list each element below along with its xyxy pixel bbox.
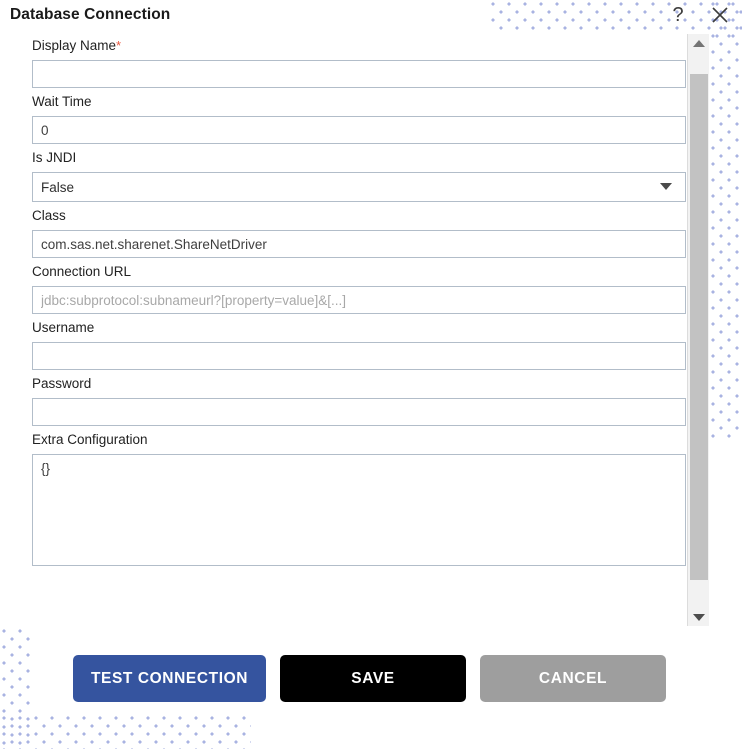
- label-connection-url: Connection URL: [32, 264, 132, 279]
- field-is-jndi: Is JNDI False: [0, 150, 687, 202]
- label-is-jndi: Is JNDI: [32, 150, 77, 165]
- cancel-button[interactable]: CANCEL: [480, 655, 666, 702]
- scroll-up-button[interactable]: [688, 34, 709, 52]
- is-jndi-select-wrap: False: [32, 172, 686, 202]
- dialog-footer: TEST CONNECTION SAVE CANCEL: [0, 655, 742, 715]
- label-username: Username: [32, 320, 95, 335]
- form-scroll-viewport: Display Name* Wait Time Is JNDI False Cl…: [0, 34, 687, 626]
- field-username: Username: [0, 320, 687, 370]
- dot-pattern-bottom: [0, 714, 251, 749]
- titlebar-actions: ?: [666, 2, 732, 28]
- field-connection-url: Connection URL: [0, 264, 687, 314]
- field-extra-configuration: Extra Configuration: [0, 432, 687, 566]
- field-display-name: Display Name*: [0, 38, 687, 88]
- password-input[interactable]: [32, 398, 686, 426]
- dot-pattern-right-column: [709, 0, 742, 440]
- help-button[interactable]: ?: [666, 2, 690, 28]
- label-password: Password: [32, 376, 92, 391]
- field-wait-time: Wait Time: [0, 94, 687, 144]
- wait-time-input[interactable]: [32, 116, 686, 144]
- scrollbar-thumb[interactable]: [690, 74, 708, 580]
- dialog-titlebar: Database Connection ?: [0, 0, 742, 34]
- is-jndi-select[interactable]: False: [32, 172, 686, 202]
- close-icon: [711, 6, 729, 24]
- username-input[interactable]: [32, 342, 686, 370]
- dialog-title: Database Connection: [10, 6, 171, 23]
- display-name-input[interactable]: [32, 60, 686, 88]
- database-connection-dialog: Database Connection ? Display Name* Wait…: [0, 0, 742, 749]
- triangle-up-icon: [692, 39, 705, 47]
- field-password: Password: [0, 376, 687, 426]
- label-display-name: Display Name*: [32, 38, 687, 54]
- label-display-name-text: Display Name: [32, 38, 117, 53]
- form-body: Display Name* Wait Time Is JNDI False Cl…: [0, 34, 687, 566]
- label-extra-configuration: Extra Configuration: [32, 432, 148, 447]
- question-mark-icon: ?: [672, 4, 684, 26]
- save-button[interactable]: SAVE: [280, 655, 466, 702]
- field-class: Class: [0, 208, 687, 258]
- label-wait-time: Wait Time: [32, 94, 92, 109]
- triangle-down-icon: [692, 613, 705, 621]
- form-scrollbar[interactable]: [687, 34, 709, 626]
- connection-url-input[interactable]: [32, 286, 686, 314]
- required-marker: *: [116, 38, 122, 53]
- close-button[interactable]: [708, 2, 732, 28]
- label-class: Class: [32, 208, 66, 223]
- extra-configuration-textarea[interactable]: [32, 454, 686, 566]
- class-input[interactable]: [32, 230, 686, 258]
- test-connection-button[interactable]: TEST CONNECTION: [73, 655, 266, 702]
- scroll-down-button[interactable]: [688, 608, 709, 626]
